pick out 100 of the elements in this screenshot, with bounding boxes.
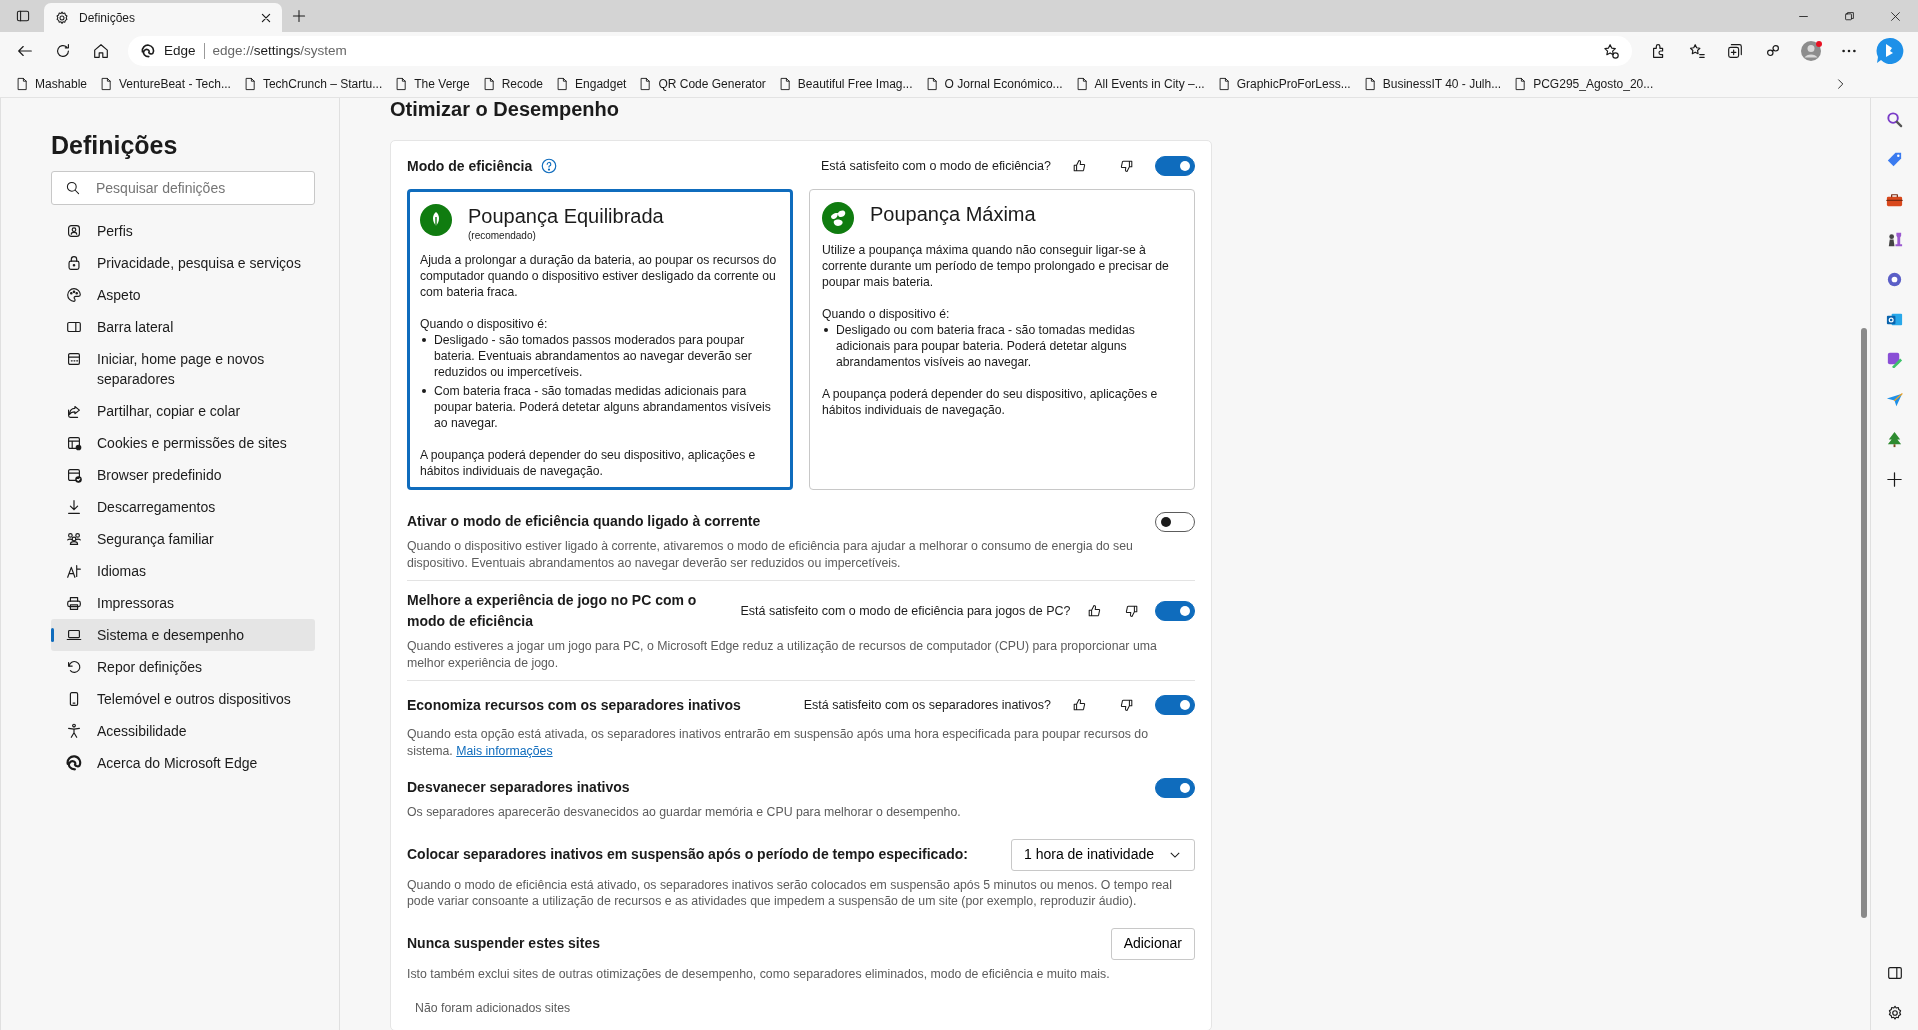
- setting-description: Quando o dispositivo estiver ligado à corrente, ativaremos o modo de eficiência para ajudar a melhorar o consumo de energia do seu dispositivo. Eventuais abrandamentos ao navegar deverão ser reduzidos ou impercetíveis.: [407, 538, 1134, 571]
- mode-option-card[interactable]: [407, 189, 793, 490]
- setting-title: Economiza recursos com os separadores inativos: [407, 695, 741, 715]
- mode-title: Poupança Máxima: [870, 202, 1036, 226]
- bullet-dot: [824, 328, 828, 332]
- mode-note: A poupança poderá depender do seu dispositivo, aplicações e hábitos individuais de navegação.: [822, 386, 1159, 418]
- bookmark-link[interactable]: PCG295_Agosto_20...: [1510, 74, 1663, 93]
- bookmark-link[interactable]: BusinessIT 40 - Julh...: [1359, 74, 1511, 93]
- bookmark-link[interactable]: GraphicProForLess...: [1213, 74, 1360, 93]
- star-plus-icon[interactable]: [1602, 42, 1620, 60]
- lock-icon: [65, 254, 83, 272]
- bookmark-link[interactable]: Engadget: [552, 74, 636, 93]
- sidebar-item[interactable]: Aspeto: [51, 279, 315, 311]
- bookmark-link[interactable]: Recode: [478, 74, 553, 93]
- page-icon: [555, 75, 570, 92]
- more-info-link[interactable]: Mais informações: [456, 743, 553, 758]
- device-state-label: Quando o dispositivo é:: [420, 316, 549, 332]
- bullet-text: Desligado ou com bateria fraca - são tomadas medidas adicionais para poupar bateria. Poderá detetar alguns abrandamentos visíveis ao navegar.: [836, 323, 1135, 369]
- sidebar-item[interactable]: Impressoras: [51, 587, 315, 619]
- bookmark-link[interactable]: Beautiful Free Imag...: [774, 74, 922, 93]
- leaves-icon: [822, 202, 854, 234]
- sidebar-item[interactable]: Perfis: [51, 215, 315, 247]
- setting-description: Isto também exclui sites de outras otimizações de desempenho, como separadores eliminados, modo de eficiência e muito mais.: [407, 965, 1111, 982]
- toggle-switch[interactable]: [1155, 777, 1195, 798]
- sidebar-item[interactable]: Privacidade, pesquisa e serviços: [51, 247, 315, 279]
- page-icon: [15, 75, 29, 92]
- printer-icon: [65, 594, 83, 612]
- bookmark-link[interactable]: All Events in City –...: [1071, 74, 1214, 93]
- reset-icon: [65, 658, 83, 676]
- sidebar-item[interactable]: Browser predefinido: [51, 459, 315, 491]
- setting-title: Desvanecer separadores inativos: [407, 778, 630, 797]
- setting-title: Modo de eficiência: [407, 156, 533, 176]
- cookie-settings-icon: [65, 434, 83, 452]
- language-icon: [65, 562, 83, 580]
- search-field[interactable]: Pesquisar definições: [51, 171, 315, 205]
- bookmark-link[interactable]: VentureBeat - Tech...: [96, 74, 240, 93]
- address-bar[interactable]: Edge edge://settings/system: [128, 36, 1632, 66]
- page-icon: [394, 75, 409, 92]
- sidebar-item[interactable]: Acessibilidade: [51, 715, 315, 747]
- address-label: Edge: [164, 41, 196, 60]
- sidebar-item[interactable]: Iniciar, home page e novos separadores: [51, 343, 315, 395]
- url-text: edge://settings/system: [212, 41, 347, 60]
- sidebar-item[interactable]: Partilhar, copiar e colar: [51, 395, 315, 427]
- add-button[interactable]: Adicionar: [1110, 927, 1195, 960]
- palette-icon: [65, 286, 83, 304]
- bookmark-link[interactable]: O Jornal Económico...: [921, 74, 1072, 93]
- sidebar-item[interactable]: Acerca do Microsoft Edge: [51, 747, 315, 779]
- feedback-question: Está satisfeito com o modo de eficiência?: [821, 157, 1051, 175]
- page-icon: [99, 75, 114, 92]
- bookmark-link[interactable]: Mashable: [12, 74, 97, 93]
- dropdown-select[interactable]: 1 hora de inatividade: [1011, 838, 1195, 871]
- sidebar-item[interactable]: Segurança familiar: [51, 523, 315, 555]
- download-icon: [65, 498, 83, 516]
- browser-tab[interactable]: Definições: [44, 3, 282, 32]
- sidebar-item[interactable]: Descarregamentos: [51, 491, 315, 523]
- bookmark-link[interactable]: The Verge: [391, 74, 479, 93]
- feedback-question: Está satisfeito com o modo de eficiência para jogos de PC?: [740, 602, 1071, 620]
- bookmark-link[interactable]: QR Code Generator: [635, 74, 775, 93]
- toggle-switch[interactable]: [1155, 511, 1195, 532]
- mode-description: Utilize a poupança máxima quando não conseguir ligar-se à corrente durante um período de tempo prolongado e precisar de poupar mais bateria.: [822, 242, 1170, 290]
- family-icon: [65, 530, 83, 548]
- setting-title: Nunca suspender estes sites: [407, 934, 600, 953]
- leaf-icon: [420, 204, 452, 236]
- scrollbar-thumb[interactable]: [1861, 328, 1867, 918]
- section-heading: Otimizar o Desempenho: [390, 98, 620, 118]
- sidebar-item[interactable]: Repor definições: [51, 651, 315, 683]
- mode-subtitle: (recomendado): [468, 229, 537, 243]
- toggle-switch[interactable]: [1155, 695, 1195, 715]
- toggle-switch[interactable]: [1155, 601, 1195, 621]
- bookmark-link[interactable]: TechCrunch – Startu...: [239, 74, 392, 93]
- toggle-switch[interactable]: [1155, 156, 1195, 176]
- setting-title: Melhore a experiência de jogo no PC com o modo de eficiência: [407, 591, 698, 631]
- mode-title: Poupança Equilibrada: [468, 204, 664, 228]
- window-icon: [65, 350, 83, 368]
- search-icon: [65, 180, 81, 196]
- close-icon[interactable]: [260, 11, 272, 24]
- feedback-question: Está satisfeito com os separadores inativos?: [803, 696, 1051, 714]
- sidebar-item[interactable]: Cookies e permissões de sites: [51, 427, 315, 459]
- sidebar-item[interactable]: Sistema e desempenho: [51, 619, 315, 651]
- browser-check-icon: [65, 466, 83, 484]
- tab-title: Definições: [79, 9, 137, 27]
- help-icon[interactable]: [540, 157, 559, 175]
- mode-description: Ajuda a prolongar a duração da bateria, ao poupar os recursos do computador quando o dispositivo estiver desligado da corrente ou com bateria fraca.: [420, 252, 778, 300]
- sidebar-item[interactable]: Telemóvel e outros dispositivos: [51, 683, 315, 715]
- bullet-text: Desligado - são tomados passos moderados para poupar bateria. Eventuais abrandamentos ao navegar deverão ser reduzidos ou impercetíveis.: [434, 333, 752, 379]
- setting-title: Colocar separadores inativos em suspensão após o período de tempo especificado:: [407, 845, 968, 864]
- mode-note: A poupança poderá depender do seu dispositivo, aplicações e hábitos individuais de navegação.: [420, 447, 757, 479]
- mode-option-card[interactable]: [809, 189, 1195, 490]
- bullet-dot: [422, 338, 426, 342]
- empty-list-text: Não foram adicionados sites: [414, 1000, 572, 1017]
- accessibility-icon: [65, 722, 83, 740]
- sidebar-item[interactable]: Idiomas: [51, 555, 315, 587]
- sidebar-item[interactable]: Barra lateral: [51, 311, 315, 343]
- page-icon: [1513, 75, 1528, 92]
- profile-icon: [65, 222, 83, 240]
- gear-icon: [54, 9, 70, 26]
- bullet-dot: [422, 389, 426, 393]
- setting-description: Os separadores aparecerão desvanecidos ao guardar memória e CPU para melhorar o desempenho.: [407, 804, 962, 821]
- setting-description: Quando estiveres a jogar um jogo para PC, o Microsoft Edge reduz a utilização de recursos de computador (CPU) para proporcionar uma melhor experiência de jogo.: [407, 638, 1158, 671]
- setting-title: Ativar o modo de eficiência quando ligado à corrente: [407, 512, 761, 531]
